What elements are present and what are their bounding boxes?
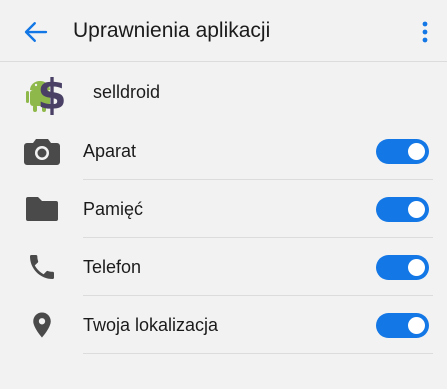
- phone-icon: [24, 253, 60, 281]
- page-title: Uprawnienia aplikacji: [73, 19, 271, 42]
- folder-icon: [24, 195, 60, 223]
- back-button[interactable]: [20, 16, 52, 48]
- row-divider: [83, 353, 433, 354]
- location-pin-icon: [24, 311, 60, 339]
- app-info-row: $ selldroid: [0, 62, 447, 120]
- toggle-knob: [408, 143, 425, 160]
- app-bar: Uprawnienia aplikacji: [0, 0, 447, 60]
- toggle-knob: [408, 201, 425, 218]
- permission-row-camera[interactable]: Aparat: [0, 122, 447, 180]
- permission-label-phone: Telefon: [83, 257, 142, 277]
- storage-permission-toggle[interactable]: [376, 197, 429, 222]
- camera-icon: [24, 137, 60, 165]
- permission-label-location: Twoja lokalizacja: [83, 315, 219, 335]
- app-name: selldroid: [93, 82, 161, 102]
- camera-permission-toggle[interactable]: [376, 139, 429, 164]
- permission-label-storage: Pamięć: [83, 199, 144, 219]
- more-options-button[interactable]: [413, 16, 437, 48]
- permission-label-camera: Aparat: [83, 141, 137, 161]
- location-permission-toggle[interactable]: [376, 313, 429, 338]
- more-vertical-icon: [422, 21, 428, 43]
- permission-row-storage[interactable]: Pamięć: [0, 180, 447, 238]
- permission-row-phone[interactable]: Telefon: [0, 238, 447, 296]
- toggle-knob: [408, 317, 425, 334]
- phone-permission-toggle[interactable]: [376, 255, 429, 280]
- permission-row-location[interactable]: Twoja lokalizacja: [0, 296, 447, 354]
- toggle-knob: [408, 259, 425, 276]
- svg-text:$: $: [37, 70, 66, 116]
- arrow-back-icon: [24, 22, 48, 42]
- selldroid-app-icon: $: [24, 68, 72, 119]
